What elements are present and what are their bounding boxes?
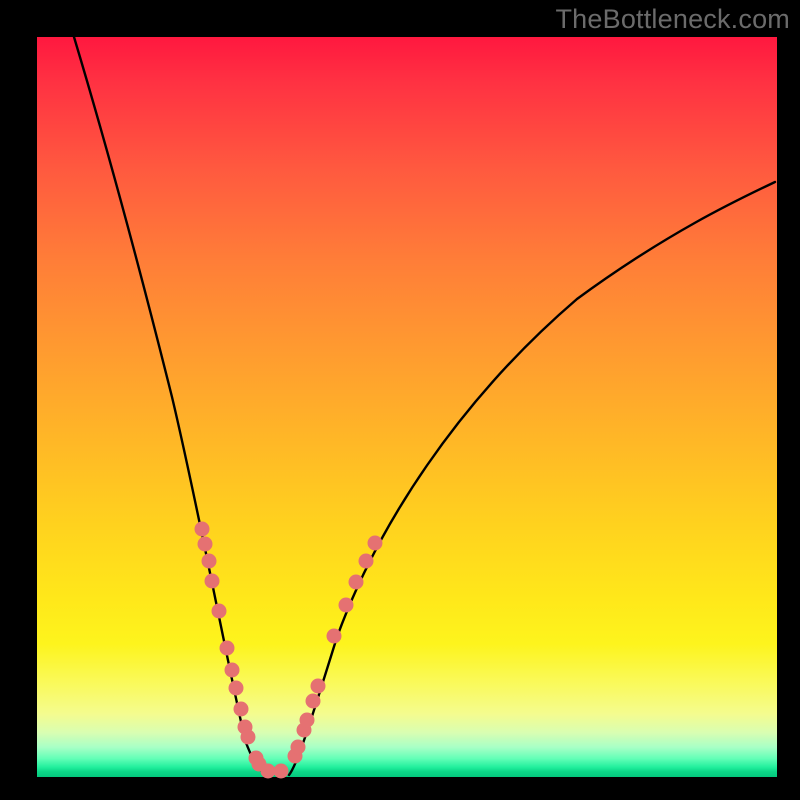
marker-point	[359, 554, 374, 569]
marker-point	[291, 740, 306, 755]
marker-point	[205, 574, 220, 589]
marker-point	[225, 663, 240, 678]
marker-point	[212, 604, 227, 619]
curve-layer	[37, 37, 777, 777]
marker-point	[202, 554, 217, 569]
marker-point	[311, 679, 326, 694]
marker-point	[229, 681, 244, 696]
marker-point	[327, 629, 342, 644]
marker-point	[198, 537, 213, 552]
marker-point	[339, 598, 354, 613]
marker-point	[300, 713, 315, 728]
marker-point	[241, 730, 256, 745]
marker-point	[234, 702, 249, 717]
marker-point	[195, 522, 210, 537]
curve-left-branch	[74, 37, 267, 775]
chart-frame: TheBottleneck.com	[0, 0, 800, 800]
curve-right-branch	[289, 182, 775, 775]
watermark-text: TheBottleneck.com	[555, 4, 790, 35]
marker-point	[274, 764, 289, 779]
marker-group	[195, 522, 383, 779]
marker-point	[261, 764, 276, 779]
marker-point	[368, 536, 383, 551]
marker-point	[349, 575, 364, 590]
plot-area	[37, 37, 777, 777]
marker-point	[306, 694, 321, 709]
marker-point	[220, 641, 235, 656]
